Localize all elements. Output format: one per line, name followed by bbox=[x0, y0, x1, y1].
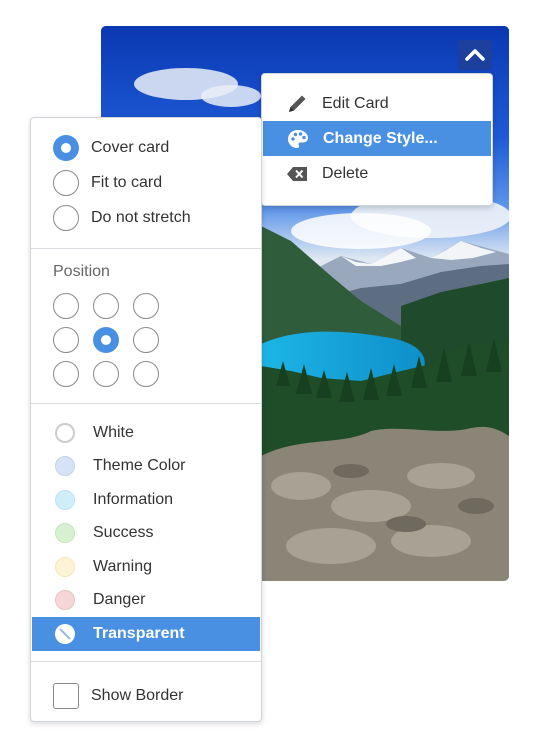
position-title: Position bbox=[53, 263, 110, 280]
color-label: Transparent bbox=[93, 624, 185, 642]
fit-option-cover-card[interactable]: Cover card bbox=[31, 130, 261, 165]
color-swatch bbox=[55, 590, 75, 611]
fit-option-do-not-stretch[interactable]: Do not stretch bbox=[31, 200, 261, 235]
position-top-right[interactable] bbox=[133, 293, 159, 319]
position-bottom-right[interactable] bbox=[133, 361, 159, 387]
menu-item-label: Delete bbox=[322, 164, 369, 182]
delete-icon bbox=[284, 163, 310, 185]
color-option-warning[interactable]: Warning bbox=[31, 550, 261, 584]
color-swatch bbox=[55, 422, 75, 443]
menu-item-label: Edit Card bbox=[322, 94, 389, 112]
position-center[interactable] bbox=[93, 327, 119, 353]
position-middle-right[interactable] bbox=[133, 327, 159, 353]
position-top-center[interactable] bbox=[93, 293, 119, 319]
color-option-danger[interactable]: Danger bbox=[31, 584, 261, 618]
color-label: Danger bbox=[93, 591, 146, 609]
color-label: Theme Color bbox=[93, 457, 186, 475]
collapse-button[interactable] bbox=[458, 40, 492, 70]
color-swatch bbox=[55, 489, 75, 510]
transparent-icon bbox=[55, 623, 75, 644]
position-top-left[interactable] bbox=[53, 293, 79, 319]
radio-button[interactable] bbox=[53, 169, 79, 196]
color-swatch bbox=[55, 523, 75, 544]
palette-icon bbox=[285, 128, 311, 150]
color-label: White bbox=[93, 423, 134, 441]
menu-item-change-style[interactable]: Change Style... bbox=[263, 121, 491, 156]
show-border-label: Show Border bbox=[91, 686, 184, 704]
pencil-icon bbox=[284, 93, 310, 115]
radio-button[interactable] bbox=[53, 204, 79, 231]
color-swatch bbox=[55, 456, 75, 477]
color-label: Warning bbox=[93, 557, 152, 575]
menu-item-delete[interactable]: Delete bbox=[262, 156, 492, 191]
position-bottom-center[interactable] bbox=[93, 361, 119, 387]
show-border-checkbox[interactable] bbox=[53, 682, 79, 709]
fit-option-fit-to-card[interactable]: Fit to card bbox=[31, 165, 261, 200]
color-option-success[interactable]: Success bbox=[31, 517, 261, 551]
color-swatch bbox=[55, 556, 75, 577]
menu-item-edit-card[interactable]: Edit Card bbox=[262, 86, 492, 121]
card-context-menu: Edit Card Change Style... Delete bbox=[261, 73, 493, 206]
position-bottom-left[interactable] bbox=[53, 361, 79, 387]
color-section: White Theme Color Information Success Wa… bbox=[31, 404, 261, 662]
image-fit-section: Cover card Fit to card Do not stretch bbox=[31, 118, 261, 249]
menu-item-label: Change Style... bbox=[323, 129, 438, 147]
border-section: Show Border bbox=[31, 662, 261, 713]
position-middle-left[interactable] bbox=[53, 327, 79, 353]
color-option-theme-color[interactable]: Theme Color bbox=[31, 450, 261, 484]
color-label: Information bbox=[93, 490, 174, 508]
fit-option-label: Cover card bbox=[91, 138, 170, 156]
style-options-panel: Cover card Fit to card Do not stretch Po… bbox=[30, 117, 262, 722]
fit-option-label: Do not stretch bbox=[91, 208, 191, 226]
position-section: Position bbox=[31, 249, 261, 404]
color-option-transparent[interactable]: Transparent bbox=[32, 617, 260, 651]
chevron-up-icon bbox=[465, 49, 485, 61]
radio-button[interactable] bbox=[53, 134, 79, 161]
color-option-white[interactable]: White bbox=[31, 416, 261, 450]
fit-option-label: Fit to card bbox=[91, 173, 163, 191]
position-grid bbox=[53, 293, 261, 387]
color-option-information[interactable]: Information bbox=[31, 483, 261, 517]
show-border-option[interactable]: Show Border bbox=[31, 678, 261, 713]
color-label: Success bbox=[93, 524, 154, 542]
